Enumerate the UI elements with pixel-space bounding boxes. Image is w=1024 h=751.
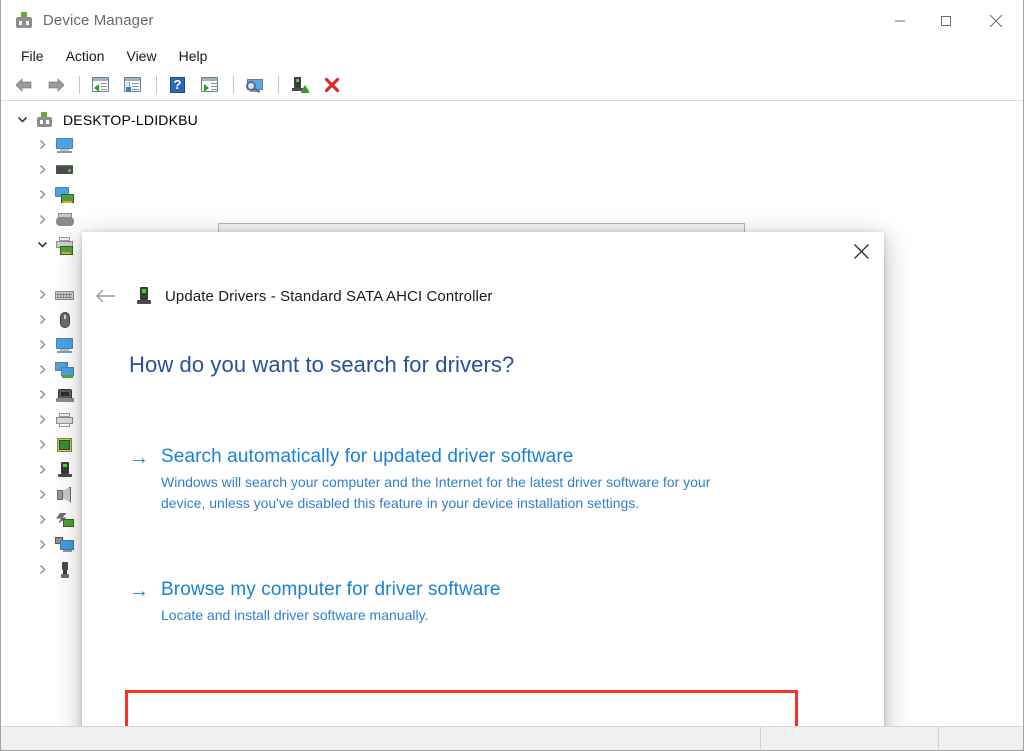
chevron-right-icon[interactable] [34,537,50,553]
status-pane-message [1,727,761,750]
dialog-heading: How do you want to search for drivers? [129,352,515,377]
option-description: Locate and install driver software manua… [161,607,429,623]
close-icon[interactable] [969,0,1023,42]
minimize-icon[interactable] [877,0,923,42]
update-drivers-dialog: Update Drivers - Standard SATA AHCI Cont… [82,232,884,726]
option-title[interactable]: Browse my computer for driver software [161,577,829,603]
window-title: Device Manager [43,12,154,29]
dialog-title-row: Update Drivers - Standard SATA AHCI Cont… [82,283,884,309]
network-adapter-icon [55,361,75,379]
content-area: DESKTOP-LDIDKBU Update Drivers - Standar… [1,101,1023,726]
chevron-right-icon[interactable] [34,487,50,503]
help-icon[interactable]: ? [163,72,193,98]
option-search-automatically[interactable]: → Search automatically for updated drive… [129,444,829,514]
status-bar [1,726,1023,750]
arrow-right-icon: → [129,580,149,602]
toolbar-separator [79,75,80,94]
chevron-right-icon[interactable] [34,412,50,428]
chevron-right-icon[interactable] [34,387,50,403]
chevron-down-icon[interactable] [34,237,50,253]
toolbar-separator [278,75,279,94]
computer-icon [35,111,55,129]
red-x-icon[interactable] [317,72,347,98]
device-manager-icon [15,11,33,30]
mouse-icon [55,311,75,329]
option-title[interactable]: Search automatically for updated driver … [161,444,829,470]
chevron-right-icon[interactable] [34,462,50,478]
audio-device-icon [55,486,75,504]
toolbar-separator [156,75,157,94]
title-bar: Device Manager [1,0,1023,42]
keyboard-icon [55,286,75,304]
chevron-right-icon[interactable] [34,512,50,528]
chevron-right-icon[interactable] [34,287,50,303]
toolbar-separator [233,75,234,94]
chevron-right-icon[interactable] [34,337,50,353]
status-pane-secondary [761,727,939,750]
dialog-body: → Search automatically for updated drive… [82,378,884,726]
game-controller-icon [55,211,75,229]
option-description: Windows will search your computer and th… [161,474,711,511]
arrow-right-icon: → [129,447,149,469]
toolbar: ? [1,69,1023,101]
back-arrow-icon[interactable] [91,283,121,309]
tree-root-label: DESKTOP-LDIDKBU [63,111,198,128]
usb-controller-icon [55,561,75,579]
status-pane-tertiary [939,727,1023,750]
ide-ata-controller-icon [55,236,75,255]
system-device-icon [55,511,75,529]
chevron-right-icon[interactable] [34,212,50,228]
highlight-annotation-box [125,690,798,726]
dialog-title: Update Drivers - Standard SATA AHCI Cont… [165,287,493,305]
disk-drive-icon [55,161,75,179]
print-queue-icon [55,386,75,404]
tree-item[interactable] [2,132,1022,157]
tree-item[interactable] [2,157,1022,182]
device-manager-window: Device Manager File Action View Help ? D… [0,0,1024,751]
chevron-right-icon[interactable] [34,312,50,328]
computer-display-icon [55,536,75,554]
monitor-icon [55,136,75,154]
back-button[interactable] [9,72,39,98]
chevron-right-icon[interactable] [34,362,50,378]
action-pane-icon[interactable] [195,72,225,98]
console-tree-icon[interactable] [86,72,116,98]
option-browse-my-computer[interactable]: → Browse my computer for driver software… [129,577,829,626]
chevron-right-icon[interactable] [34,187,50,203]
chevron-right-icon[interactable] [34,437,50,453]
tree-root-node[interactable]: DESKTOP-LDIDKBU [2,107,1022,132]
chevron-right-icon[interactable] [34,562,50,578]
menu-bar: File Action View Help [1,42,1023,69]
maximize-icon[interactable] [923,0,969,42]
window-controls [877,0,1023,42]
printer-icon [55,411,75,429]
chevron-down-icon[interactable] [14,112,30,128]
forward-button[interactable] [41,72,71,98]
display-adapter-icon [55,186,75,204]
dialog-close-icon[interactable] [838,232,884,270]
chevron-right-icon[interactable] [34,137,50,153]
update-driver-icon[interactable] [285,72,315,98]
properties-icon[interactable] [118,72,148,98]
menu-item-view[interactable]: View [116,45,166,67]
storage-controller-icon [55,461,75,479]
menu-item-help[interactable]: Help [169,45,218,67]
chevron-right-icon[interactable] [34,162,50,178]
menu-item-action[interactable]: Action [56,45,115,67]
device-icon [135,286,153,306]
processor-icon [55,436,75,454]
tree-item[interactable] [2,182,1022,207]
menu-item-file[interactable]: File [11,45,54,67]
scan-hardware-icon[interactable] [240,72,270,98]
monitor-icon [55,336,75,354]
